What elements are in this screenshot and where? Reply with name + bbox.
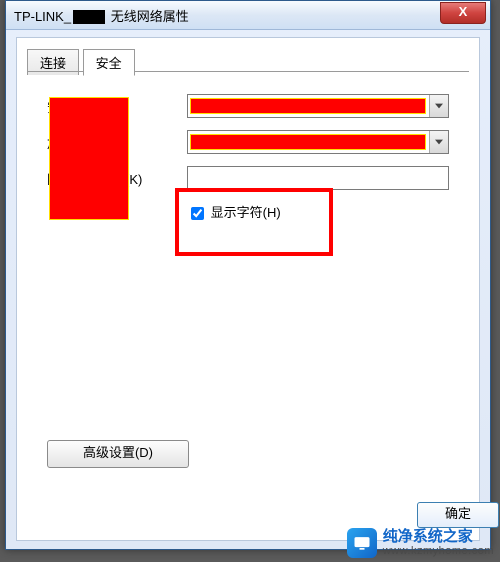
close-button[interactable]: X bbox=[440, 2, 486, 24]
combo-security-type[interactable] bbox=[187, 94, 449, 118]
redaction-bar bbox=[190, 98, 426, 114]
advanced-settings-button[interactable]: 高级设置(D) bbox=[47, 440, 189, 468]
chevron-down-icon[interactable] bbox=[429, 95, 448, 117]
window-title: TP-LINK_ 无线网络属性 bbox=[14, 6, 189, 25]
redaction-bar bbox=[190, 134, 426, 150]
redaction-bar bbox=[49, 97, 129, 220]
ok-button[interactable]: 确定 bbox=[417, 502, 499, 528]
label-show-chars: 显示字符(H) bbox=[211, 205, 281, 220]
dialog-footer: 确定 bbox=[417, 502, 479, 532]
dialog-window: TP-LINK_ 无线网络属性 X 连接 安全 安全类型(E)： bbox=[5, 0, 491, 550]
dialog-body: 连接 安全 安全类型(E)： 加密类型(N)： bbox=[16, 37, 480, 541]
tab-strip: 连接 安全 bbox=[27, 48, 469, 72]
row-network-key: 网络安全密钥(K) bbox=[47, 166, 449, 190]
close-icon: X bbox=[459, 4, 468, 19]
checkbox-show-chars[interactable] bbox=[191, 207, 204, 220]
redacted-ssid bbox=[73, 10, 105, 24]
input-network-key[interactable] bbox=[187, 166, 449, 190]
row-show-chars: 显示字符(H) bbox=[187, 202, 449, 223]
security-form: 安全类型(E)： 加密类型(N)： bbox=[47, 94, 449, 223]
titlebar[interactable]: TP-LINK_ 无线网络属性 X bbox=[6, 1, 490, 30]
combo-encryption-type[interactable] bbox=[187, 130, 449, 154]
chevron-down-icon[interactable] bbox=[429, 131, 448, 153]
tab-security[interactable]: 安全 bbox=[83, 49, 135, 76]
